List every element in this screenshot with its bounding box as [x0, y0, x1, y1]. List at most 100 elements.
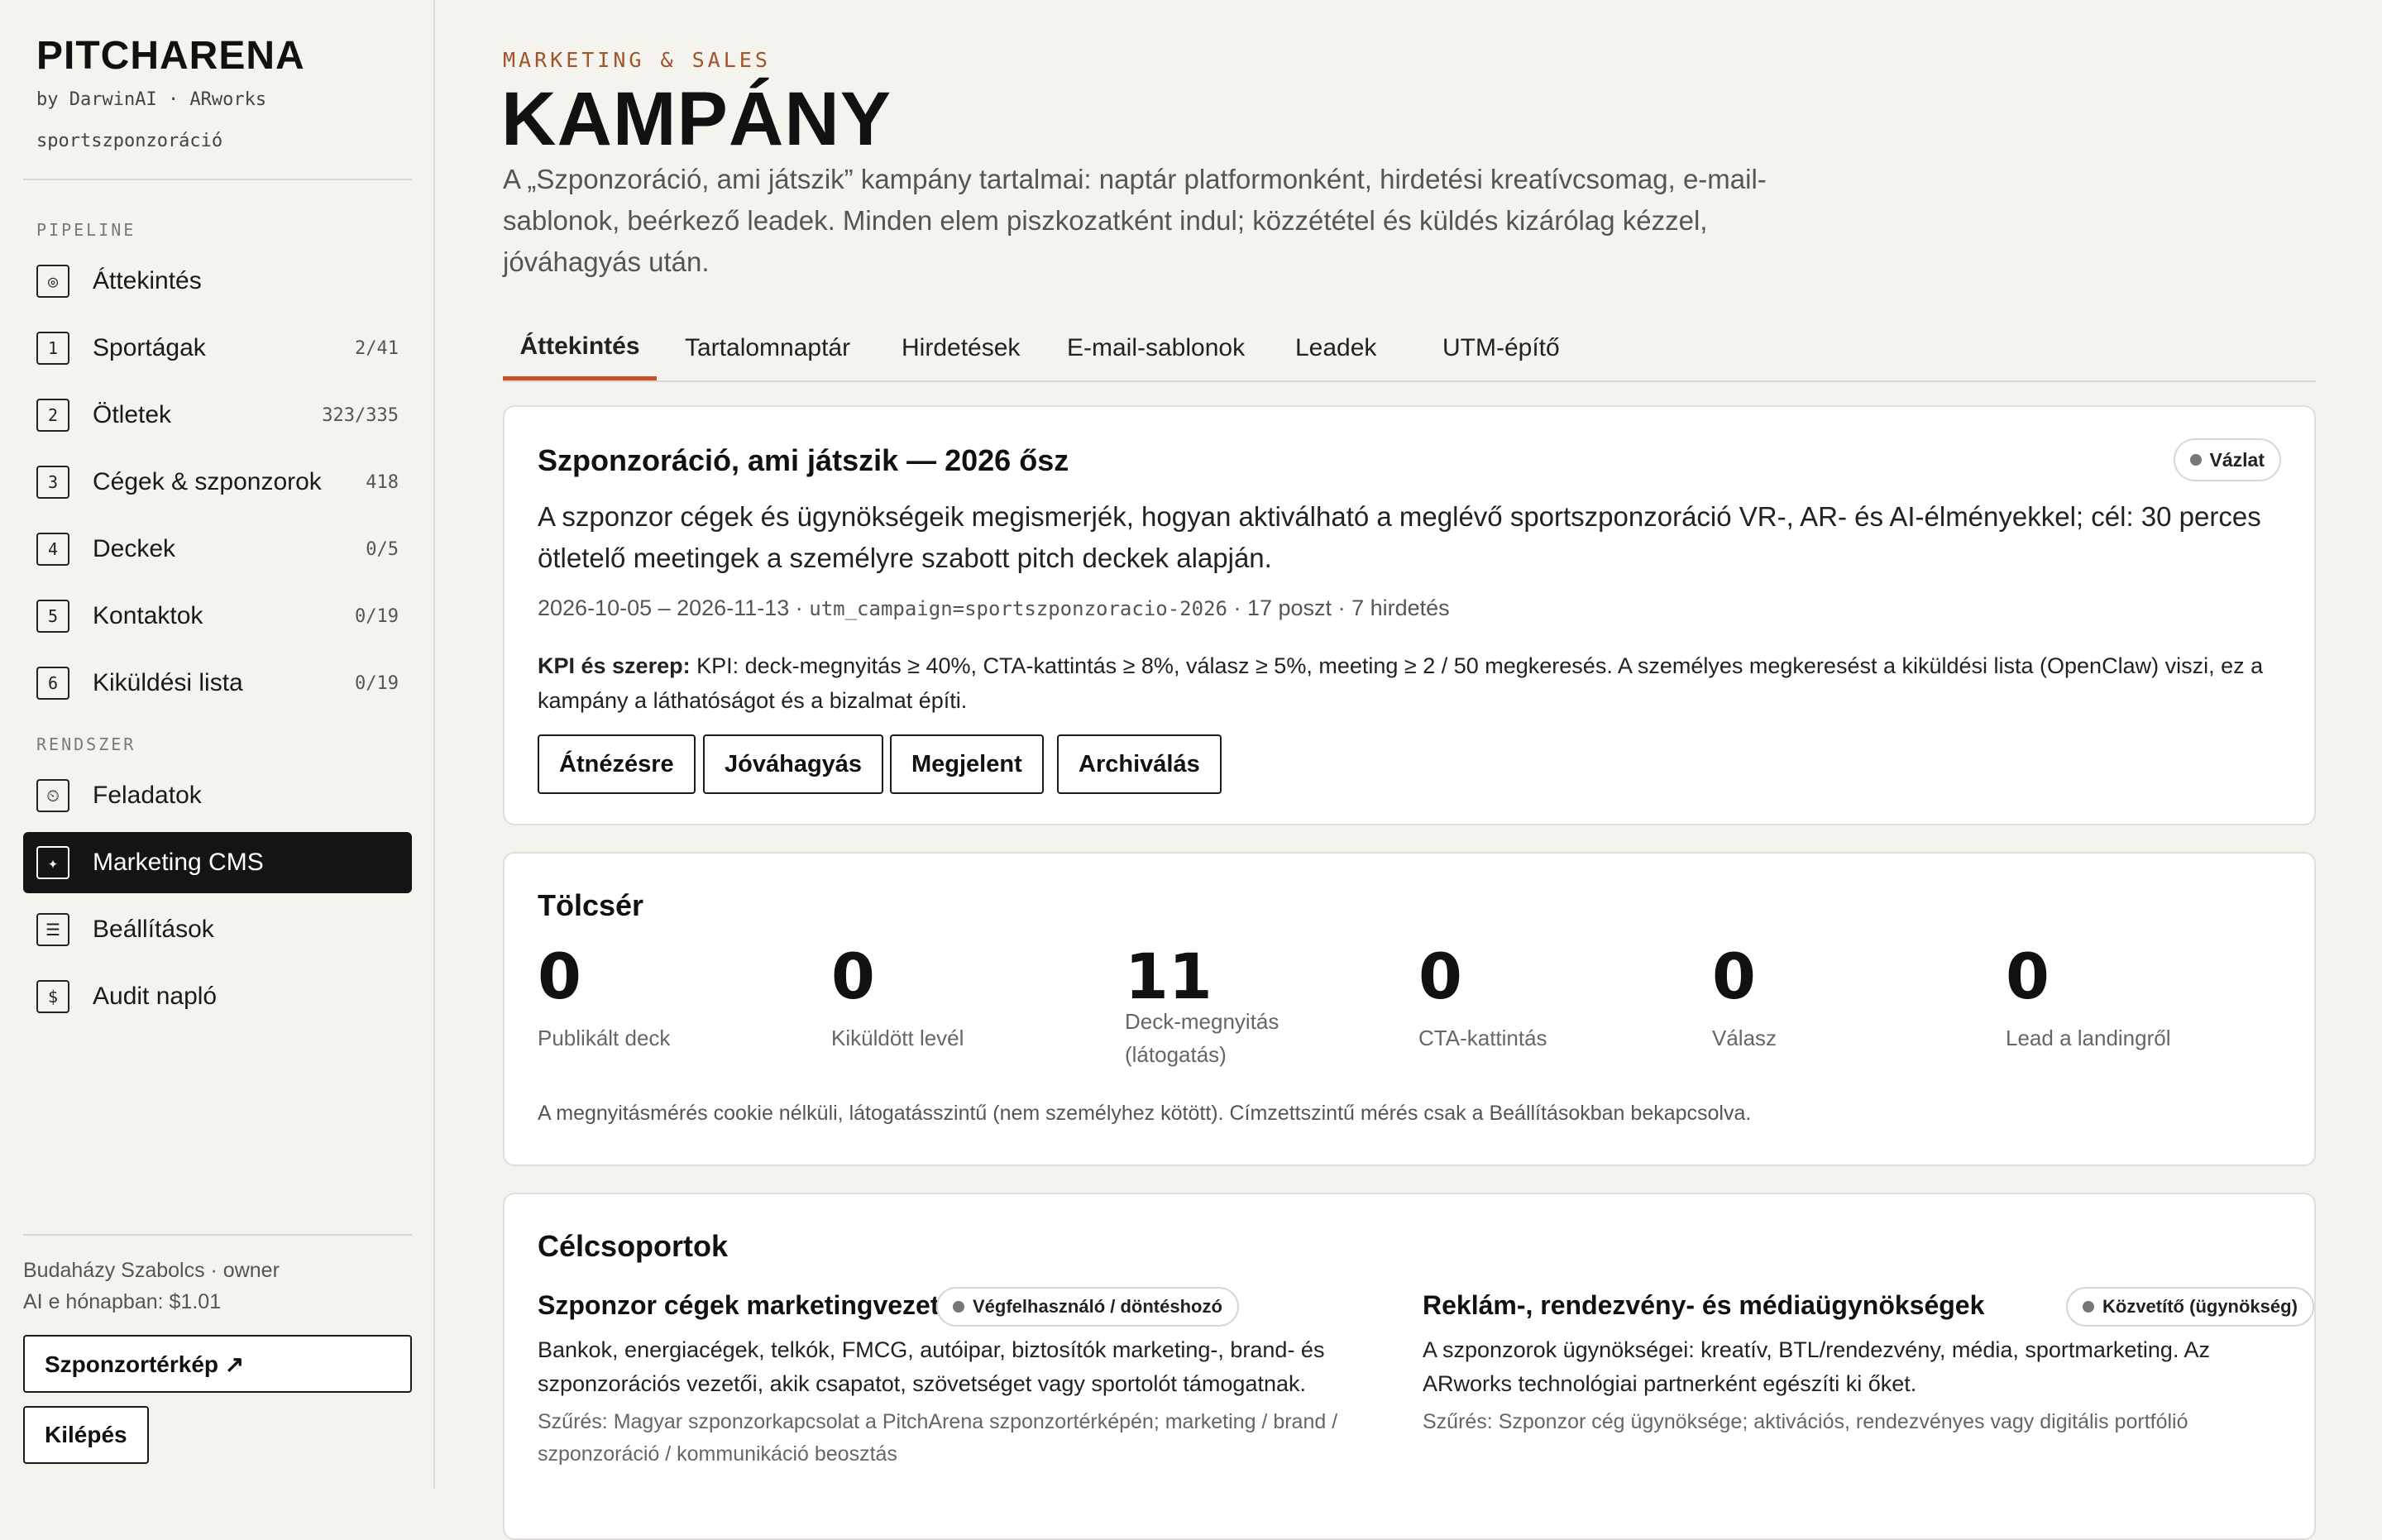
tag-dot-icon	[953, 1301, 964, 1313]
metric-value: 0	[831, 940, 875, 1013]
nav-label: Ötletek	[93, 401, 172, 428]
metric-value: 0	[1712, 940, 1756, 1013]
brand-logo[interactable]: PITCHARENA	[36, 33, 305, 79]
campaign-meta: 2026-10-05 – 2026-11-13 · utm_campaign=s…	[538, 595, 1450, 620]
metric-label: CTA-kattintás	[1418, 1026, 1547, 1050]
page-description: A „Szponzoráció, ami játszik” kampány ta…	[503, 164, 1767, 277]
archive-button[interactable]: Archiválás	[1057, 734, 1222, 794]
metric-value: 11	[1125, 940, 1213, 1013]
funnel-title: Tölcsér	[538, 888, 644, 922]
sponsor-map-button[interactable]: Szponzortérkép ↗	[23, 1335, 412, 1393]
metric-label: Publikált deck	[538, 1026, 671, 1050]
status-dot-icon	[2189, 454, 2202, 466]
approve-button[interactable]: Jóváhagyás	[703, 734, 884, 794]
campaign-posts: 17 poszt	[1246, 595, 1332, 620]
tab-hirdetesek[interactable]: Hirdetések	[902, 316, 1020, 380]
nav-label: Audit napló	[93, 983, 218, 1010]
step-number-icon: 5	[36, 600, 69, 633]
segment-name: Reklám-, rendezvény- és médiaügynökségek	[1423, 1290, 1985, 1320]
metric-published-decks: 0 Publikált deck	[538, 940, 819, 1055]
segment-name: Szponzor cégek marketingvezetői	[538, 1290, 963, 1320]
metric-label: Válasz	[1712, 1026, 1777, 1050]
campaign-kpi: KPI és szerep: KPI: deck-megnyitás ≥ 40%…	[538, 648, 2291, 718]
overview-icon: ◎	[36, 265, 69, 298]
metric-sent-emails: 0 Kiküldött levél	[831, 940, 1112, 1055]
nav-count: 323/335	[322, 404, 399, 426]
metric-label: Kiküldött levél	[831, 1026, 964, 1050]
sparkle-icon: ✦	[36, 846, 69, 879]
campaign-dates: 2026-10-05 – 2026-11-13	[538, 595, 790, 620]
section-title-system: RENDSZER	[36, 734, 136, 754]
logout-button[interactable]: Kilépés	[23, 1406, 149, 1464]
campaign-utm: utm_campaign=sportszponzoracio-2026	[809, 597, 1227, 620]
metric-deck-opens: 11 Deck-megnyitás (látogatás)	[1125, 940, 1332, 1071]
nav-item-audit-naplo[interactable]: $ Audit napló	[23, 966, 412, 1027]
nav-item-sportagak[interactable]: 1 Sportágak 2/41	[23, 318, 412, 379]
nav-item-kontaktok[interactable]: 5 Kontaktok 0/19	[23, 586, 412, 647]
campaign-description: A szponzor cégek és ügynökségeik megisme…	[538, 501, 2261, 573]
review-button[interactable]: Átnézésre	[538, 734, 696, 794]
nav-item-attekintes[interactable]: ◎ Áttekintés	[23, 251, 412, 312]
nav-item-otletek[interactable]: 2 Ötletek 323/335	[23, 385, 412, 446]
metric-value: 0	[1418, 940, 1462, 1013]
metric-label: Deck-megnyitás (látogatás)	[1125, 1009, 1279, 1067]
kpi-text: KPI: deck-megnyitás ≥ 40%, CTA-kattintás…	[538, 653, 2264, 713]
main-content: MARKETING & SALES KAMPÁNY A „Szponzoráci…	[435, 0, 2382, 1540]
step-number-icon: 6	[36, 667, 69, 700]
step-number-icon: 1	[36, 332, 69, 365]
campaign-title: Szponzoráció, ami játszik — 2026 ősz	[538, 443, 1069, 477]
status-badge: Vázlat	[2173, 438, 2281, 481]
step-number-icon: 4	[36, 533, 69, 566]
metric-landing-leads: 0 Lead a landingről	[2006, 940, 2287, 1055]
kpi-label: KPI és szerep:	[538, 653, 691, 678]
segment-tag: Közvetítő (ügynökség)	[2066, 1287, 2314, 1327]
nav-item-beallitasok[interactable]: ☰ Beállítások	[23, 899, 412, 960]
segment-filter: Szűrés: Magyar szponzorkapcsolat a Pitch…	[538, 1410, 1338, 1466]
nav-item-cegek[interactable]: 3 Cégek & szponzorok 418	[23, 452, 412, 513]
nav-label: Kontaktok	[93, 602, 203, 629]
metric-value: 0	[2006, 940, 2050, 1013]
nav-label: Deckek	[93, 535, 176, 562]
segments-title: Célcsoportok	[538, 1229, 729, 1263]
nav-item-deckek[interactable]: 4 Deckek 0/5	[23, 519, 412, 580]
status-label: Vázlat	[2209, 448, 2265, 471]
tab-bar: Áttekintés Tartalomnaptár Hirdetések E-m…	[503, 316, 2316, 382]
segment-tag: Végfelhasználó / döntéshozó	[936, 1287, 1239, 1327]
step-number-icon: 2	[36, 399, 69, 432]
sidebar: PITCHARENA by DarwinAI · ARworks sportsz…	[0, 0, 435, 1489]
nav-count: 2/41	[355, 337, 399, 359]
tab-utm-epito[interactable]: UTM-építő	[1442, 316, 1560, 380]
published-button[interactable]: Megjelent	[890, 734, 1044, 794]
tab-email-sablonok[interactable]: E-mail-sablonok	[1067, 316, 1245, 380]
nav-item-marketing-cms[interactable]: ✦ Marketing CMS	[23, 832, 412, 893]
segments-card: Célcsoportok Szponzor cégek marketingvez…	[503, 1193, 2316, 1540]
segment-filter: Szűrés: Szponzor cég ügynöksége; aktivác…	[1423, 1410, 2188, 1433]
metric-value: 0	[538, 940, 581, 1013]
nav-item-feladatok[interactable]: ⏲ Feladatok	[23, 765, 412, 826]
page-title: KAMPÁNY	[501, 77, 892, 161]
tab-tartalomnaptar[interactable]: Tartalomnaptár	[685, 316, 850, 380]
nav-count: 0/19	[355, 672, 399, 694]
nav-count: 418	[366, 471, 399, 493]
sidebar-divider	[23, 179, 412, 180]
nav-count: 0/19	[355, 605, 399, 627]
nav-label: Kiküldési lista	[93, 669, 243, 696]
step-number-icon: 3	[36, 466, 69, 499]
nav-label: Cégek & szponzorok	[93, 468, 322, 495]
tab-leadek[interactable]: Leadek	[1295, 316, 1376, 380]
sidebar-divider	[23, 1234, 412, 1236]
workspace-name: sportszponzoráció	[36, 131, 223, 151]
metric-replies: 0 Válasz	[1712, 940, 1993, 1055]
page-eyebrow: MARKETING & SALES	[503, 48, 771, 72]
segment-description: A szponzorok ügynökségei: kreatív, BTL/r…	[1423, 1337, 2210, 1396]
ai-usage: AI e hónapban: $1.01	[23, 1290, 222, 1313]
funnel-card: Tölcsér 0 Publikált deck 0 Kiküldött lev…	[503, 852, 2316, 1166]
funnel-note: A megnyitásmérés cookie nélküli, látogat…	[538, 1102, 1752, 1125]
nav-label: Sportágak	[93, 334, 206, 361]
tab-attekintes[interactable]: Áttekintés	[503, 316, 657, 380]
nav-item-kikuldesi-lista[interactable]: 6 Kiküldési lista 0/19	[23, 653, 412, 714]
segment-description: Bankok, energiacégek, telkók, FMCG, autó…	[538, 1337, 1325, 1396]
nav-label: Áttekintés	[93, 267, 202, 294]
nav-count: 0/5	[366, 538, 399, 560]
campaign-ads: 7 hirdetés	[1351, 595, 1450, 620]
